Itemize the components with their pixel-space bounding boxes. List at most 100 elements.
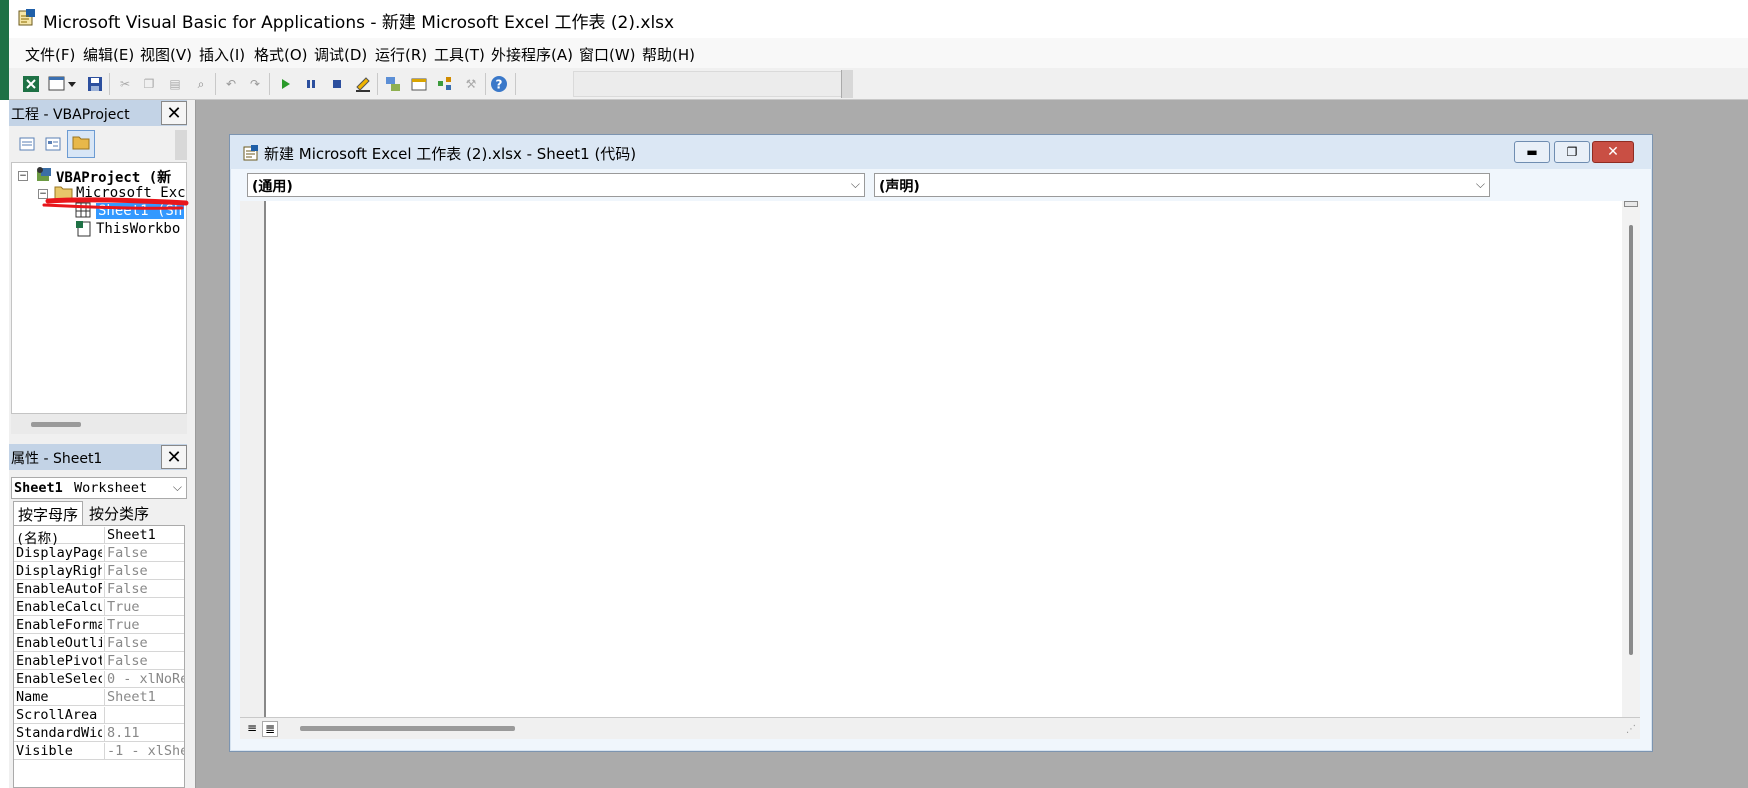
property-row[interactable]: EnableSelec 0 - xlNoRe	[14, 670, 184, 688]
tab-alphabetic[interactable]: 按字母序	[13, 501, 84, 525]
code-hscroll-row: ≡ ≣ ⋰	[240, 717, 1640, 739]
redo-icon[interactable]: ↷	[245, 74, 265, 94]
procedure-combo-value: (声明)	[879, 179, 920, 195]
menu-help[interactable]: 帮助(H)	[642, 44, 695, 65]
copy-icon[interactable]: ❐	[139, 74, 159, 94]
code-window: 新建 Microsoft Excel 工作表 (2).xlsx - Sheet1…	[229, 134, 1653, 752]
close-icon[interactable]: ✕	[1592, 141, 1634, 163]
menu-window[interactable]: 窗口(W)	[579, 44, 636, 65]
properties-grid: (名称) Sheet1 DisplayPage False DisplayRigh F…	[13, 525, 185, 788]
toggle-folders-button[interactable]	[67, 130, 95, 158]
workbook-icon	[74, 219, 92, 241]
close-icon[interactable]: ✕	[161, 445, 187, 469]
chevron-down-icon: ⌵	[172, 480, 182, 494]
full-module-view-icon[interactable]: ≣	[262, 721, 278, 737]
properties-title: 属性 - Sheet1	[11, 451, 103, 467]
minimize-icon[interactable]: ▬	[1514, 141, 1550, 163]
insert-userform-icon[interactable]	[47, 74, 67, 94]
code-editor[interactable]	[266, 201, 1640, 717]
project-explorer-icon[interactable]	[383, 74, 403, 94]
property-row[interactable]: ScrollArea	[14, 706, 184, 724]
code-window-title: 新建 Microsoft Excel 工作表 (2).xlsx - Sheet1…	[264, 145, 637, 163]
menu-debug[interactable]: 调试(D)	[314, 44, 367, 65]
menu-format[interactable]: 格式(O)	[254, 44, 308, 65]
vbaproject-icon	[34, 165, 54, 189]
view-code-icon[interactable]	[17, 134, 37, 154]
resize-grip-icon[interactable]: ⋰	[1626, 724, 1636, 735]
view-object-icon[interactable]	[43, 134, 63, 154]
object-type: Worksheet	[74, 480, 148, 496]
standard-toolbar: ✂ ❐ ▤ ⌕ ↶ ↷ ⚒ ?	[9, 68, 1748, 100]
red-annotation-mark	[42, 197, 189, 210]
property-row[interactable]: EnableAutoF False	[14, 580, 184, 598]
chevron-down-icon: ⌵	[850, 177, 860, 191]
procedure-view-icon[interactable]: ≡	[244, 721, 260, 737]
scroll-thumb[interactable]	[31, 422, 81, 427]
project-explorer-toolbar	[9, 128, 187, 162]
scroll-thumb[interactable]	[300, 726, 515, 731]
find-icon[interactable]: ⌕	[191, 74, 211, 94]
toolbar-separator	[215, 73, 216, 95]
cursor-position-box	[573, 71, 849, 97]
menu-bar: 文件(F) 编辑(E) 视图(V) 插入(I) 格式(O) 调试(D) 运行(R…	[9, 38, 1748, 68]
properties-header: 属性 - Sheet1 ✕	[9, 444, 187, 470]
menu-tools[interactable]: 工具(T)	[434, 44, 485, 65]
chevron-down-icon: ⌵	[1475, 177, 1485, 191]
tab-categorized[interactable]: 按分类序	[85, 501, 153, 525]
svg-text:?: ?	[496, 78, 503, 92]
property-row[interactable]: Visible -1 - xlShe	[14, 742, 184, 760]
properties-object-select[interactable]: Sheet1 Worksheet ⌵	[11, 477, 187, 499]
code-window-caption: 新建 Microsoft Excel 工作表 (2).xlsx - Sheet1…	[230, 135, 1652, 169]
code-vscrollbar[interactable]	[1622, 201, 1640, 717]
menu-run[interactable]: 运行(R)	[375, 44, 427, 65]
undo-icon[interactable]: ↶	[221, 74, 241, 94]
break-icon[interactable]	[301, 74, 321, 94]
object-combo-value: (通用)	[252, 179, 293, 195]
properties-tabs: 按字母序 按分类序	[11, 499, 187, 525]
property-row[interactable]: DisplayPage False	[14, 544, 184, 562]
project-explorer-header: 工程 - VBAProject ✕	[9, 100, 187, 126]
vba-app-icon	[17, 8, 37, 28]
menu-addins[interactable]: 外接程序(A)	[491, 44, 573, 65]
toolbar-separator	[485, 73, 486, 95]
property-row[interactable]: StandardWid 8.11	[14, 724, 184, 742]
scroll-thumb[interactable]	[1629, 225, 1633, 655]
property-row[interactable]: EnableOutli False	[14, 634, 184, 652]
property-row[interactable]: DisplayRigh False	[14, 562, 184, 580]
view-excel-icon[interactable]	[21, 74, 41, 94]
restore-icon[interactable]: ❐	[1554, 141, 1590, 163]
project-hscrollbar[interactable]	[11, 414, 187, 434]
object-browser-icon[interactable]	[435, 74, 455, 94]
window-title: Microsoft Visual Basic for Applications …	[43, 13, 675, 33]
excel-background-strip	[0, 0, 9, 100]
properties-window-icon[interactable]	[409, 74, 429, 94]
split-bar[interactable]	[1624, 201, 1638, 207]
close-icon[interactable]: ✕	[161, 101, 187, 125]
property-row[interactable]: (名称) Sheet1	[14, 526, 184, 547]
property-row[interactable]: EnableCalcu True	[14, 598, 184, 616]
menu-view[interactable]: 视图(V)	[140, 44, 192, 65]
paste-icon[interactable]: ▤	[165, 74, 185, 94]
object-name: Sheet1	[14, 480, 63, 496]
property-row[interactable]: Name Sheet1	[14, 688, 184, 706]
run-icon[interactable]	[275, 74, 295, 94]
reset-icon[interactable]	[327, 74, 347, 94]
property-row[interactable]: EnablePivot False	[14, 652, 184, 670]
menu-file[interactable]: 文件(F)	[25, 44, 75, 65]
toolbar-overflow-icon[interactable]	[841, 70, 853, 98]
design-mode-icon[interactable]	[353, 74, 373, 94]
collapse-icon[interactable]: −	[18, 171, 28, 181]
toolbox-icon[interactable]: ⚒	[461, 74, 481, 94]
tree-workbook-label[interactable]: ThisWorkbo	[96, 221, 180, 237]
menu-insert[interactable]: 插入(I)	[199, 44, 245, 65]
insert-dropdown-icon[interactable]	[65, 74, 79, 94]
cut-icon[interactable]: ✂	[115, 74, 135, 94]
toolbar-overflow-icon[interactable]	[175, 130, 187, 160]
object-combo[interactable]: (通用) ⌵	[247, 173, 865, 197]
procedure-combo[interactable]: (声明) ⌵	[874, 173, 1490, 197]
toolbar-separator	[377, 73, 378, 95]
menu-edit[interactable]: 编辑(E)	[83, 44, 134, 65]
property-row[interactable]: EnableForma True	[14, 616, 184, 634]
save-icon[interactable]	[85, 74, 105, 94]
help-icon[interactable]: ?	[489, 74, 509, 94]
